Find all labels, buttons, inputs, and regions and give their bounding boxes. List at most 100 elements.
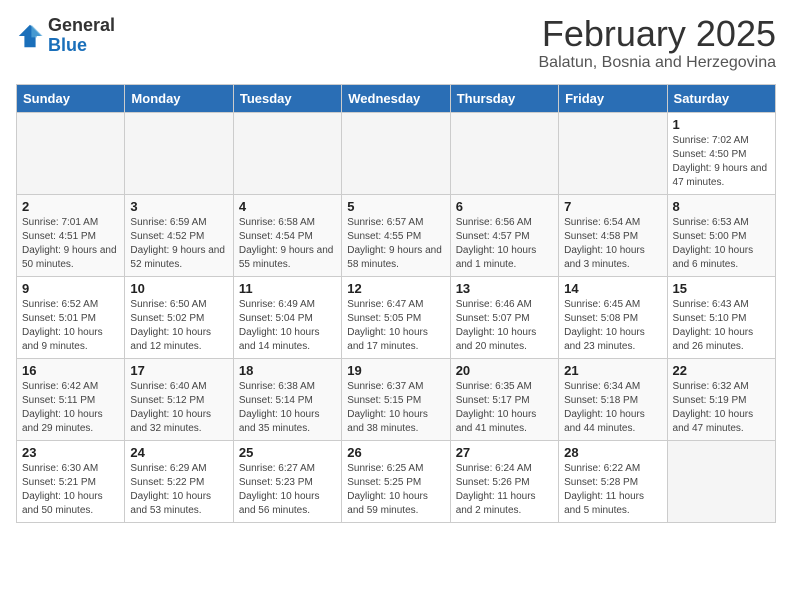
- calendar-cell: 1 Sunrise: 7:02 AM Sunset: 4:50 PM Daylig…: [667, 113, 775, 195]
- day-number: 19: [347, 363, 444, 378]
- day-number: 22: [673, 363, 770, 378]
- calendar-cell: 12Sunrise: 6:47 AM Sunset: 5:05 PM Dayli…: [342, 277, 450, 359]
- day-number: 9: [22, 281, 119, 296]
- day-info: Sunrise: 7:01 AM Sunset: 4:51 PM Dayligh…: [22, 216, 119, 272]
- day-number: 17: [130, 363, 227, 378]
- logo-general-text: General: [48, 15, 115, 35]
- day-number: 8: [673, 199, 770, 214]
- day-info: Sunrise: 6:25 AM Sunset: 5:25 PM Dayligh…: [347, 462, 444, 518]
- day-number: 13: [456, 281, 553, 296]
- weekday-header-thursday: Thursday: [450, 85, 558, 113]
- calendar-cell: [342, 113, 450, 195]
- page-header: General Blue February 2025 Balatun, Bosn…: [16, 16, 776, 72]
- day-info: Sunrise: 6:37 AM Sunset: 5:15 PM Dayligh…: [347, 380, 444, 436]
- logo: General Blue: [16, 16, 115, 56]
- calendar-week-row: 9 Sunrise: 6:52 AM Sunset: 5:01 PM Daylig…: [17, 277, 776, 359]
- weekday-header-sunday: Sunday: [17, 85, 125, 113]
- day-info: Sunrise: 6:35 AM Sunset: 5:17 PM Dayligh…: [456, 380, 553, 436]
- location-subtitle: Balatun, Bosnia and Herzegovina: [539, 54, 777, 72]
- calendar-cell: [559, 113, 667, 195]
- weekday-header-row: SundayMondayTuesdayWednesdayThursdayFrid…: [17, 85, 776, 113]
- logo-icon: [16, 22, 44, 50]
- calendar-table: SundayMondayTuesdayWednesdayThursdayFrid…: [16, 84, 776, 523]
- day-info: Sunrise: 6:46 AM Sunset: 5:07 PM Dayligh…: [456, 298, 553, 354]
- calendar-cell: 14 Sunrise: 6:45 AM Sunset: 5:08 PM Dayli…: [559, 277, 667, 359]
- calendar-cell: 5 Sunrise: 6:57 AM Sunset: 4:55 PM Daylig…: [342, 195, 450, 277]
- calendar-cell: 11 Sunrise: 6:49 AM Sunset: 5:04 PM Dayli…: [233, 277, 341, 359]
- calendar-cell: 10 Sunrise: 6:50 AM Sunset: 5:02 PM Dayli…: [125, 277, 233, 359]
- day-number: 7: [564, 199, 661, 214]
- day-number: 18: [239, 363, 336, 378]
- day-number: 14: [564, 281, 661, 296]
- day-info: Sunrise: 7:02 AM Sunset: 4:50 PM Dayligh…: [673, 134, 770, 190]
- day-number: 2: [22, 199, 119, 214]
- day-number: 6: [456, 199, 553, 214]
- calendar-cell: 20 Sunrise: 6:35 AM Sunset: 5:17 PM Dayli…: [450, 359, 558, 441]
- day-info: Sunrise: 6:22 AM Sunset: 5:28 PM Dayligh…: [564, 462, 661, 518]
- day-number: 28: [564, 445, 661, 460]
- day-number: 24: [130, 445, 227, 460]
- day-number: 3: [130, 199, 227, 214]
- calendar-cell: [17, 113, 125, 195]
- calendar-cell: 13 Sunrise: 6:46 AM Sunset: 5:07 PM Dayli…: [450, 277, 558, 359]
- day-number: 10: [130, 281, 227, 296]
- weekday-header-friday: Friday: [559, 85, 667, 113]
- calendar-cell: 16 Sunrise: 6:42 AM Sunset: 5:11 PM Dayli…: [17, 359, 125, 441]
- day-info: Sunrise: 6:59 AM Sunset: 4:52 PM Dayligh…: [130, 216, 227, 272]
- day-info: Sunrise: 6:38 AM Sunset: 5:14 PM Dayligh…: [239, 380, 336, 436]
- day-number: 1: [673, 117, 770, 132]
- day-info: Sunrise: 6:57 AM Sunset: 4:55 PM Dayligh…: [347, 216, 444, 272]
- calendar-cell: 17 Sunrise: 6:40 AM Sunset: 5:12 PM Dayli…: [125, 359, 233, 441]
- day-info: Sunrise: 6:34 AM Sunset: 5:18 PM Dayligh…: [564, 380, 661, 436]
- calendar-cell: 9 Sunrise: 6:52 AM Sunset: 5:01 PM Daylig…: [17, 277, 125, 359]
- calendar-cell: 18 Sunrise: 6:38 AM Sunset: 5:14 PM Dayli…: [233, 359, 341, 441]
- calendar-week-row: 23Sunrise: 6:30 AM Sunset: 5:21 PM Dayli…: [17, 441, 776, 523]
- day-info: Sunrise: 6:40 AM Sunset: 5:12 PM Dayligh…: [130, 380, 227, 436]
- day-number: 21: [564, 363, 661, 378]
- weekday-header-wednesday: Wednesday: [342, 85, 450, 113]
- day-info: Sunrise: 6:43 AM Sunset: 5:10 PM Dayligh…: [673, 298, 770, 354]
- day-number: 11: [239, 281, 336, 296]
- calendar-cell: 3 Sunrise: 6:59 AM Sunset: 4:52 PM Daylig…: [125, 195, 233, 277]
- day-info: Sunrise: 6:52 AM Sunset: 5:01 PM Dayligh…: [22, 298, 119, 354]
- weekday-header-saturday: Saturday: [667, 85, 775, 113]
- day-info: Sunrise: 6:54 AM Sunset: 4:58 PM Dayligh…: [564, 216, 661, 272]
- calendar-cell: 25 Sunrise: 6:27 AM Sunset: 5:23 PM Dayli…: [233, 441, 341, 523]
- day-info: Sunrise: 6:42 AM Sunset: 5:11 PM Dayligh…: [22, 380, 119, 436]
- calendar-cell: [450, 113, 558, 195]
- day-number: 20: [456, 363, 553, 378]
- day-number: 12: [347, 281, 444, 296]
- day-number: 26: [347, 445, 444, 460]
- calendar-week-row: 2 Sunrise: 7:01 AM Sunset: 4:51 PM Daylig…: [17, 195, 776, 277]
- day-info: Sunrise: 6:45 AM Sunset: 5:08 PM Dayligh…: [564, 298, 661, 354]
- day-info: Sunrise: 6:30 AM Sunset: 5:21 PM Dayligh…: [22, 462, 119, 518]
- calendar-cell: 23Sunrise: 6:30 AM Sunset: 5:21 PM Dayli…: [17, 441, 125, 523]
- day-number: 27: [456, 445, 553, 460]
- calendar-cell: 24 Sunrise: 6:29 AM Sunset: 5:22 PM Dayli…: [125, 441, 233, 523]
- day-info: Sunrise: 6:50 AM Sunset: 5:02 PM Dayligh…: [130, 298, 227, 354]
- day-info: Sunrise: 6:58 AM Sunset: 4:54 PM Dayligh…: [239, 216, 336, 272]
- day-info: Sunrise: 6:49 AM Sunset: 5:04 PM Dayligh…: [239, 298, 336, 354]
- day-number: 16: [22, 363, 119, 378]
- weekday-header-tuesday: Tuesday: [233, 85, 341, 113]
- day-info: Sunrise: 6:29 AM Sunset: 5:22 PM Dayligh…: [130, 462, 227, 518]
- title-section: February 2025 Balatun, Bosnia and Herzeg…: [539, 16, 777, 72]
- calendar-cell: 8 Sunrise: 6:53 AM Sunset: 5:00 PM Daylig…: [667, 195, 775, 277]
- calendar-week-row: 1 Sunrise: 7:02 AM Sunset: 4:50 PM Daylig…: [17, 113, 776, 195]
- calendar-cell: 26 Sunrise: 6:25 AM Sunset: 5:25 PM Dayli…: [342, 441, 450, 523]
- calendar-cell: 6Sunrise: 6:56 AM Sunset: 4:57 PM Daylig…: [450, 195, 558, 277]
- day-info: Sunrise: 6:24 AM Sunset: 5:26 PM Dayligh…: [456, 462, 553, 518]
- calendar-cell: 7 Sunrise: 6:54 AM Sunset: 4:58 PM Daylig…: [559, 195, 667, 277]
- day-info: Sunrise: 6:27 AM Sunset: 5:23 PM Dayligh…: [239, 462, 336, 518]
- day-number: 4: [239, 199, 336, 214]
- weekday-header-monday: Monday: [125, 85, 233, 113]
- day-number: 5: [347, 199, 444, 214]
- calendar-week-row: 16 Sunrise: 6:42 AM Sunset: 5:11 PM Dayli…: [17, 359, 776, 441]
- month-title: February 2025: [539, 16, 777, 52]
- calendar-cell: 22 Sunrise: 6:32 AM Sunset: 5:19 PM Dayli…: [667, 359, 775, 441]
- day-info: Sunrise: 6:32 AM Sunset: 5:19 PM Dayligh…: [673, 380, 770, 436]
- calendar-cell: 27 Sunrise: 6:24 AM Sunset: 5:26 PM Dayli…: [450, 441, 558, 523]
- day-number: 25: [239, 445, 336, 460]
- day-info: Sunrise: 6:53 AM Sunset: 5:00 PM Dayligh…: [673, 216, 770, 272]
- calendar-cell: 15Sunrise: 6:43 AM Sunset: 5:10 PM Dayli…: [667, 277, 775, 359]
